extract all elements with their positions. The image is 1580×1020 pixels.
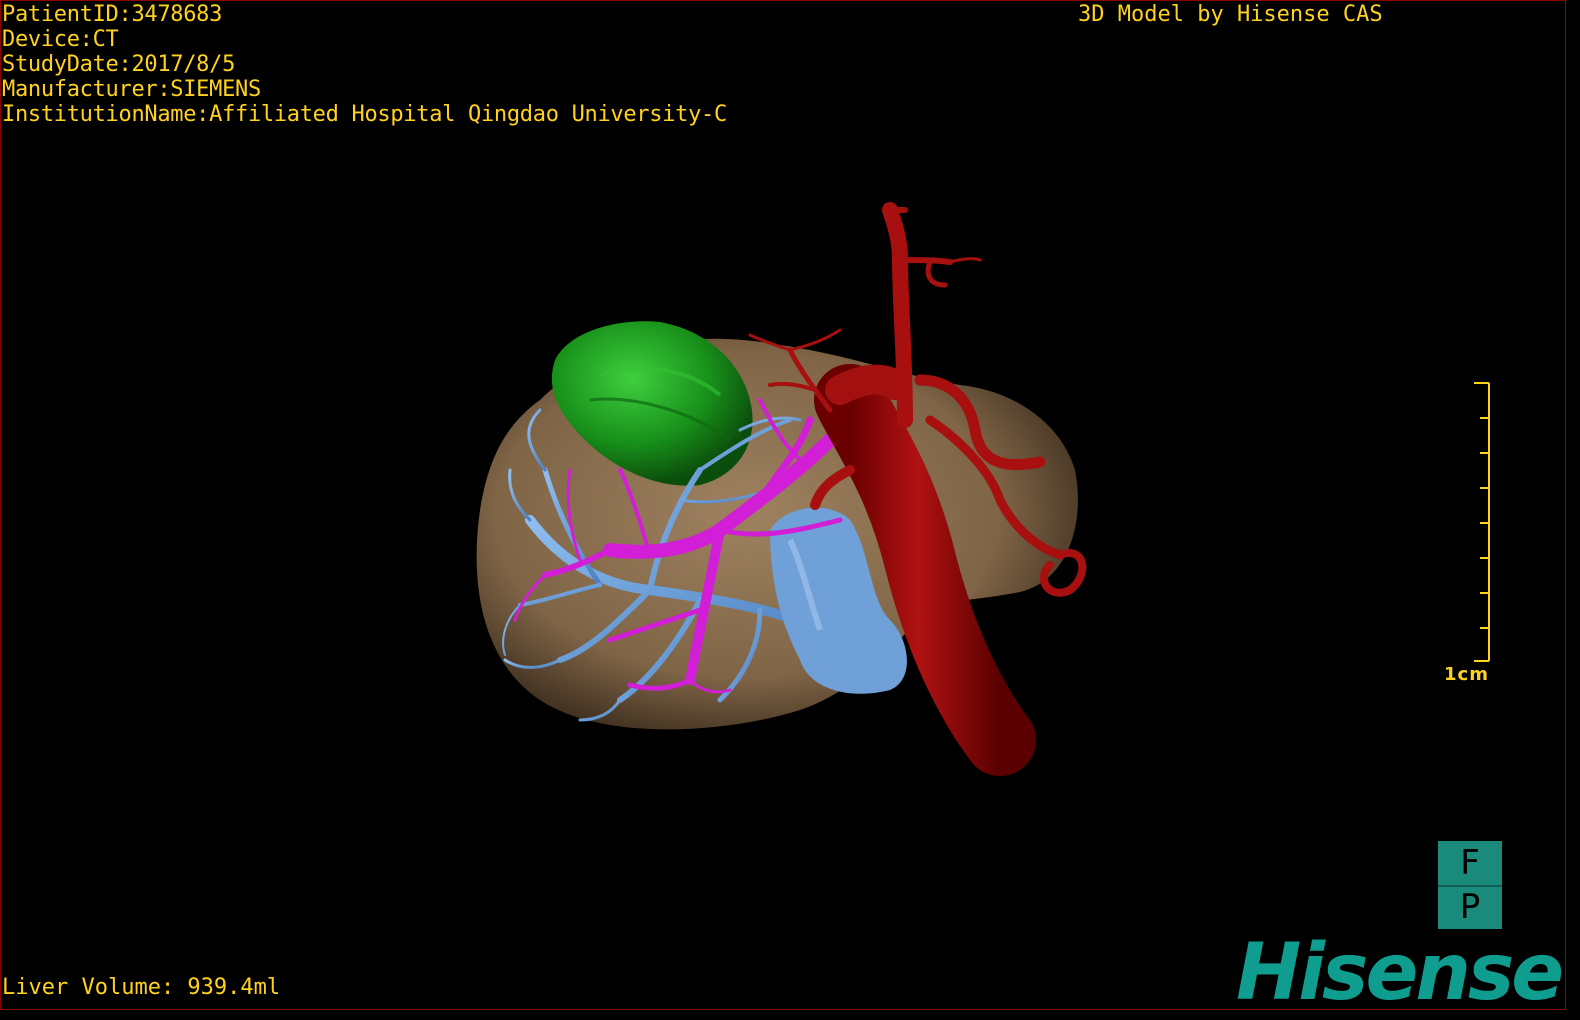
orientation-cube-icon[interactable]: F P [1438,841,1502,929]
device-label: Device:CT [2,27,119,52]
dicom-info-panel: PatientID:3478683 Device:CT StudyDate:20… [2,2,727,127]
scale-bar-icon [1474,382,1490,662]
study-date-label: StudyDate:2017/8/5 [2,52,236,77]
liver-3d-model[interactable] [0,0,1566,1010]
orientation-divider [1438,885,1502,887]
patient-id-label: PatientID:3478683 [2,2,223,27]
orientation-top-label: F [1460,843,1480,883]
scale-label: 1cm [1444,664,1489,685]
orientation-bottom-label: P [1459,887,1481,927]
model-caption: 3D Model by Hisense CAS [1078,2,1383,27]
liver-volume-label: Liver Volume: 939.4ml [2,975,281,1000]
institution-label: InstitutionName:Affiliated Hospital Qing… [2,102,727,127]
manufacturer-label: Manufacturer:SIEMENS [2,77,261,102]
hisense-logo: Hisense [1236,928,1564,1018]
